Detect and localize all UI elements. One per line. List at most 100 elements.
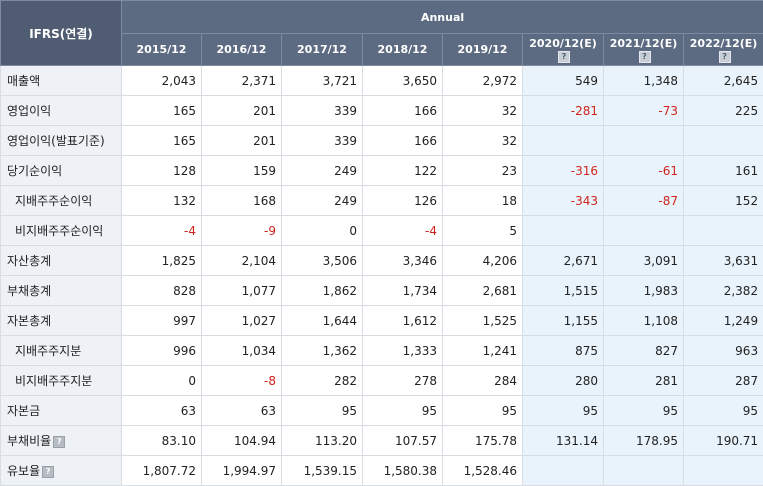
value-cell: -8: [202, 366, 282, 396]
help-icon[interactable]: ?: [42, 466, 54, 478]
value-cell: 963: [684, 336, 763, 366]
value-cell: 1,348: [604, 66, 684, 96]
value-cell: 165: [122, 96, 202, 126]
value-cell: 1,644: [282, 306, 363, 336]
table-row: 부채비율?83.10104.94113.20107.57175.78131.14…: [1, 426, 763, 456]
value-cell: 287: [684, 366, 763, 396]
value-cell: [604, 126, 684, 156]
row-label-cell: 영업이익: [1, 96, 122, 126]
value-cell: 132: [122, 186, 202, 216]
row-label-cell: 매출액: [1, 66, 122, 96]
value-cell: 126: [363, 186, 443, 216]
value-cell: -4: [363, 216, 443, 246]
value-cell: 1,027: [202, 306, 282, 336]
value-cell: [523, 456, 604, 486]
value-cell: 166: [363, 96, 443, 126]
value-cell: 1,580.38: [363, 456, 443, 486]
row-label: 매출액: [7, 74, 40, 88]
column-header-label: 2016/12: [217, 43, 267, 56]
table-row: 자본총계9971,0271,6441,6121,5251,1551,1081,2…: [1, 306, 763, 336]
value-cell: 63: [122, 396, 202, 426]
value-cell: 2,371: [202, 66, 282, 96]
value-cell: 178.95: [604, 426, 684, 456]
column-header-label: 2015/12: [137, 43, 187, 56]
value-cell: 997: [122, 306, 202, 336]
value-cell: 282: [282, 366, 363, 396]
value-cell: 175.78: [443, 426, 523, 456]
value-cell: 165: [122, 126, 202, 156]
corner-label: IFRS(연결): [1, 1, 122, 66]
value-cell: 95: [443, 396, 523, 426]
row-label-cell: 지배주주순이익: [1, 186, 122, 216]
value-cell: 159: [202, 156, 282, 186]
value-cell: 549: [523, 66, 604, 96]
value-cell: 828: [122, 276, 202, 306]
value-cell: 225: [684, 96, 763, 126]
row-label-cell: 부채총계: [1, 276, 122, 306]
row-label: 부채비율: [7, 434, 51, 448]
column-header-4: 2019/12: [443, 34, 523, 66]
table-row: 비지배주주순이익-4-90-45: [1, 216, 763, 246]
value-cell: 201: [202, 96, 282, 126]
help-icon[interactable]: ?: [639, 51, 651, 63]
value-cell: 201: [202, 126, 282, 156]
value-cell: 95: [684, 396, 763, 426]
value-cell: 1,994.97: [202, 456, 282, 486]
value-cell: 107.57: [363, 426, 443, 456]
value-cell: 1,241: [443, 336, 523, 366]
value-cell: 3,346: [363, 246, 443, 276]
column-header-2: 2017/12: [282, 34, 363, 66]
help-icon[interactable]: ?: [558, 51, 570, 63]
header-row-group: IFRS(연결) Annual: [1, 1, 763, 34]
value-cell: 2,382: [684, 276, 763, 306]
column-header-1: 2016/12: [202, 34, 282, 66]
row-label: 자본금: [7, 404, 40, 418]
value-cell: 1,034: [202, 336, 282, 366]
value-cell: 249: [282, 156, 363, 186]
value-cell: -343: [523, 186, 604, 216]
value-cell: 113.20: [282, 426, 363, 456]
value-cell: 339: [282, 96, 363, 126]
help-icon[interactable]: ?: [719, 51, 731, 63]
row-label: 영업이익: [7, 104, 51, 118]
table-body: 매출액2,0432,3713,7213,6502,9725491,3482,64…: [1, 66, 763, 486]
value-cell: [523, 126, 604, 156]
value-cell: 1,734: [363, 276, 443, 306]
value-cell: -4: [122, 216, 202, 246]
table-row: 매출액2,0432,3713,7213,6502,9725491,3482,64…: [1, 66, 763, 96]
help-icon[interactable]: ?: [53, 436, 65, 448]
value-cell: 0: [122, 366, 202, 396]
table-row: 자산총계1,8252,1043,5063,3464,2062,6713,0913…: [1, 246, 763, 276]
value-cell: -281: [523, 96, 604, 126]
value-cell: 1,539.15: [282, 456, 363, 486]
value-cell: 996: [122, 336, 202, 366]
value-cell: 1,155: [523, 306, 604, 336]
column-header-3: 2018/12: [363, 34, 443, 66]
value-cell: 1,515: [523, 276, 604, 306]
value-cell: 1,108: [604, 306, 684, 336]
row-label-cell: 부채비율?: [1, 426, 122, 456]
value-cell: 875: [523, 336, 604, 366]
value-cell: -61: [604, 156, 684, 186]
value-cell: 122: [363, 156, 443, 186]
value-cell: 1,249: [684, 306, 763, 336]
value-cell: -9: [202, 216, 282, 246]
value-cell: 1,825: [122, 246, 202, 276]
row-label: 부채총계: [7, 284, 51, 298]
value-cell: 168: [202, 186, 282, 216]
table-row: 유보율?1,807.721,994.971,539.151,580.381,52…: [1, 456, 763, 486]
column-header-7: 2022/12(E)?: [684, 34, 763, 66]
row-label-cell: 비지배주주순이익: [1, 216, 122, 246]
row-label-cell: 지배주주지분: [1, 336, 122, 366]
table-row: 당기순이익12815924912223-316-61161: [1, 156, 763, 186]
value-cell: 281: [604, 366, 684, 396]
table-row: 영업이익(발표기준)16520133916632: [1, 126, 763, 156]
value-cell: 1,362: [282, 336, 363, 366]
row-label-cell: 영업이익(발표기준): [1, 126, 122, 156]
financial-summary-table: IFRS(연결) Annual 2015/122016/122017/12201…: [0, 0, 763, 486]
table-row: 부채총계8281,0771,8621,7342,6811,5151,9832,3…: [1, 276, 763, 306]
column-header-label: 2020/12(E): [529, 37, 597, 50]
value-cell: 95: [523, 396, 604, 426]
value-cell: 1,525: [443, 306, 523, 336]
value-cell: 152: [684, 186, 763, 216]
